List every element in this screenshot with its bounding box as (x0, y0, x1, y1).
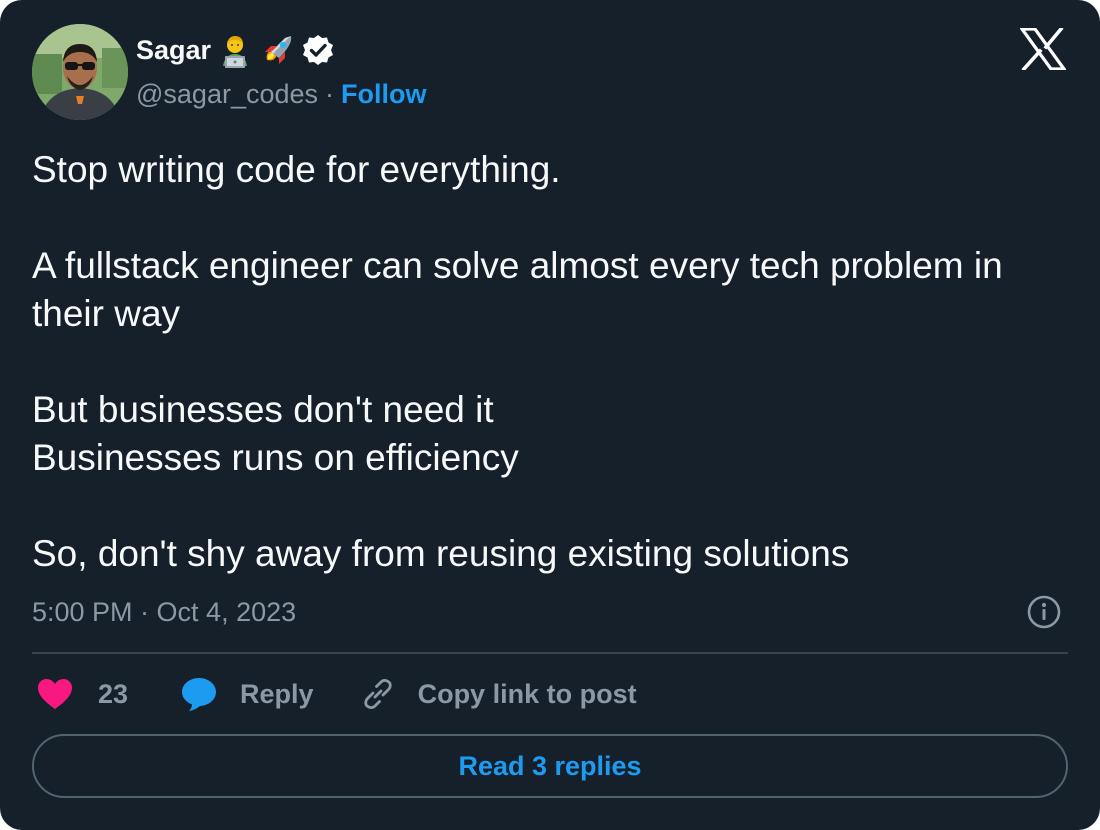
tweet-line: Stop writing code for everything. (32, 149, 561, 190)
author-name-row: Sagar (136, 30, 335, 70)
copy-link-label: Copy link to post (417, 678, 637, 709)
tweet-timestamp[interactable]: 5:00 PM · Oct 4, 2023 (32, 592, 296, 632)
author-handle[interactable]: @sagar_codes (136, 79, 318, 110)
follow-button[interactable]: Follow (341, 79, 426, 110)
tweet-line-break (32, 338, 1072, 386)
read-replies-button[interactable]: Read 3 replies (32, 734, 1068, 798)
copy-link-button[interactable]: Copy link to post (360, 676, 637, 712)
tweet-text: Stop writing code for everything. A full… (32, 146, 1072, 578)
verified-badge-icon (301, 33, 335, 67)
like-button[interactable]: 23 (36, 677, 128, 711)
tweet-line-break (32, 194, 1072, 242)
like-count: 23 (98, 678, 129, 709)
tweet-line: A fullstack engineer can solve almost ev… (32, 245, 1003, 334)
heart-icon (38, 679, 72, 709)
x-logo-icon[interactable] (1020, 28, 1066, 70)
display-name[interactable]: Sagar (136, 35, 211, 66)
tweet-line: Businesses runs on efficiency (32, 437, 519, 478)
author-handle-row: @sagar_codes · Follow (136, 76, 427, 112)
technologist-emoji-icon (217, 32, 253, 68)
speech-bubble-icon (182, 678, 217, 711)
info-icon[interactable] (1026, 594, 1062, 630)
reply-button[interactable]: Reply (180, 676, 314, 712)
action-bar: 23 Reply Copy link to post (36, 672, 637, 716)
divider (32, 652, 1068, 654)
tweet-line-break (32, 482, 1072, 530)
rocket-emoji-icon (259, 32, 295, 68)
tweet-line: So, don't shy away from reusing existing… (32, 533, 850, 574)
reply-label: Reply (240, 678, 314, 709)
avatar[interactable] (32, 24, 128, 120)
link-icon (363, 678, 392, 710)
separator-dot: · (325, 78, 335, 109)
tweet-line: But businesses don't need it (32, 389, 494, 430)
tweet-card: Sagar @sagar_codes · Follow Stop writing… (0, 0, 1100, 830)
